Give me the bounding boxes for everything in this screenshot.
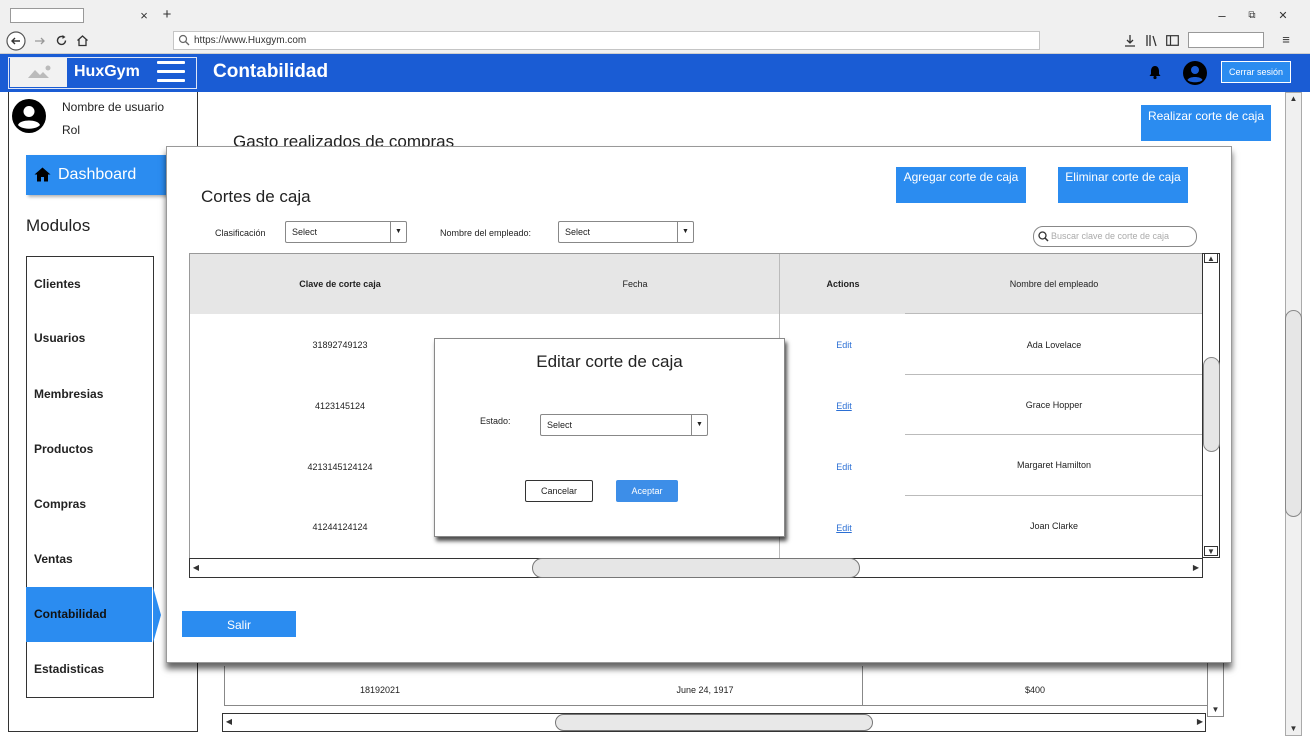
realizar-corte-button[interactable]: Realizar corte de caja <box>1141 105 1271 141</box>
cancel-button[interactable]: Cancelar <box>525 480 593 502</box>
home-nav-icon[interactable] <box>76 34 89 47</box>
eliminar-corte-button[interactable]: Eliminar corte de caja <box>1058 167 1188 203</box>
row-divider <box>905 313 1202 314</box>
scroll-left-arrow-icon[interactable]: ◀ <box>224 717 234 727</box>
browser-tab[interactable] <box>10 8 84 23</box>
back-icon[interactable] <box>6 31 28 51</box>
table-cell: Ada Lovelace <box>1026 340 1082 350</box>
empleado-label: Nombre del empleado: <box>440 228 532 238</box>
accept-button[interactable]: Aceptar <box>616 480 678 502</box>
hamburger-icon[interactable] <box>157 61 185 83</box>
table-cell: 41244124124 <box>312 522 368 532</box>
sidebar-item-compras[interactable]: Compras <box>26 477 154 532</box>
home-icon <box>34 167 51 182</box>
browser-extra-box[interactable] <box>1188 32 1264 48</box>
scroll-left-arrow-icon[interactable]: ◀ <box>191 563 201 573</box>
table-cell: 4213145124124 <box>307 462 373 472</box>
window-restore-icon[interactable]: ⧉ <box>1246 9 1258 23</box>
sidebar-item-ventas[interactable]: Ventas <box>26 532 154 587</box>
scroll-down-arrow-icon[interactable]: ▼ <box>1287 724 1300 734</box>
forward-icon[interactable] <box>33 34 47 48</box>
bell-icon[interactable] <box>1148 64 1162 80</box>
scrollbar-thumb[interactable] <box>555 714 873 731</box>
estado-label: Estado: <box>480 416 511 426</box>
edit-link[interactable]: Edit <box>824 340 864 350</box>
sidebar-item-clientes[interactable]: Clientes <box>26 257 154 312</box>
table-cell: 31892749123 <box>312 340 368 350</box>
column-header[interactable]: Clave de corte caja <box>270 279 410 289</box>
dashboard-label: Dashboard <box>58 166 137 183</box>
reload-icon[interactable] <box>55 34 68 47</box>
sidebar-toggle-icon[interactable] <box>1166 35 1179 46</box>
search-icon <box>1038 231 1049 242</box>
new-tab-icon[interactable]: + <box>160 7 174 22</box>
user-avatar-icon <box>12 99 46 133</box>
row-divider <box>905 434 1202 435</box>
clasificacion-select[interactable]: Select ▼ <box>285 221 407 243</box>
table-cell: Margaret Hamilton <box>1016 460 1092 470</box>
url-search-icon <box>178 34 190 46</box>
page-title: Contabilidad <box>213 61 329 82</box>
sidebar-item-productos[interactable]: Productos <box>26 422 154 477</box>
table-cell: 18192021 <box>359 685 401 695</box>
select-value: Select <box>292 227 318 237</box>
column-header[interactable]: Nombre del empleado <box>990 279 1118 289</box>
table-cell: June 24, 1917 <box>676 685 734 695</box>
column-divider <box>862 666 863 706</box>
dialog-title: Editar corte de caja <box>536 352 683 371</box>
logout-button[interactable]: Cerrar sesión <box>1221 61 1291 83</box>
sidebar-item-contabilidad[interactable]: Contabilidad <box>26 587 152 642</box>
agregar-corte-button[interactable]: Agregar corte de caja <box>896 167 1026 203</box>
scroll-right-arrow-icon[interactable]: ▶ <box>1191 563 1201 573</box>
scroll-up-arrow-icon[interactable]: ▲ <box>1204 253 1218 263</box>
scroll-down-arrow-icon[interactable]: ▼ <box>1209 705 1222 715</box>
table-cell: $400 <box>1024 685 1046 695</box>
table-cell: Joan Clarke <box>1029 521 1079 531</box>
scroll-right-arrow-icon[interactable]: ▶ <box>1195 717 1205 727</box>
browser-menu-icon[interactable]: ≡ <box>1279 33 1293 47</box>
estado-select[interactable]: Select ▼ <box>540 414 708 436</box>
window-close-icon[interactable]: ✕ <box>1277 9 1289 23</box>
modules-title: Modulos <box>26 216 91 235</box>
clasificacion-label: Clasificación <box>215 228 266 238</box>
scroll-up-arrow-icon[interactable]: ▲ <box>1287 94 1300 104</box>
active-item-arrow <box>153 587 161 643</box>
window-minimize-icon[interactable]: – <box>1216 9 1228 23</box>
select-value: Select <box>565 227 591 237</box>
table-cell: Grace Hopper <box>1025 400 1083 410</box>
scroll-down-arrow-icon[interactable]: ▼ <box>1204 546 1218 556</box>
download-icon[interactable] <box>1124 34 1136 47</box>
scrollbar-thumb[interactable] <box>532 558 860 578</box>
edit-link[interactable]: Edit <box>824 401 864 411</box>
sidebar-item-estadisticas[interactable]: Estadisticas <box>26 642 154 697</box>
sidebar-item-usuarios[interactable]: Usuarios <box>26 311 154 366</box>
url-bar[interactable]: https://www.Huxgym.com <box>173 31 1040 50</box>
user-role: Rol <box>62 123 81 137</box>
column-header[interactable]: Fecha <box>590 279 680 289</box>
user-name: Nombre de usuario <box>62 100 165 114</box>
logo-image-icon <box>10 58 67 87</box>
scrollbar-thumb[interactable] <box>1203 357 1220 452</box>
sidebar-item-membresias[interactable]: Membresias <box>26 367 154 422</box>
chevron-down-icon: ▼ <box>390 222 406 242</box>
empleado-select[interactable]: Select ▼ <box>558 221 694 243</box>
table-cell: 4123145124 <box>314 401 366 411</box>
row-divider <box>905 495 1202 496</box>
edit-link[interactable]: Edit <box>824 523 864 533</box>
brand-name: HuxGym <box>74 63 140 80</box>
chevron-down-icon: ▼ <box>677 222 693 242</box>
salir-button[interactable]: Salir <box>182 611 296 637</box>
chevron-down-icon: ▼ <box>691 415 707 435</box>
modal-title: Cortes de caja <box>201 187 311 206</box>
edit-link[interactable]: Edit <box>824 462 864 472</box>
row-divider <box>905 374 1202 375</box>
user-avatar-icon[interactable] <box>1183 61 1207 85</box>
page-scrollbar-thumb[interactable] <box>1285 310 1302 517</box>
search-input[interactable]: Buscar clave de corte de caja <box>1033 226 1197 247</box>
column-header[interactable]: Actions <box>805 279 881 289</box>
library-icon[interactable] <box>1145 34 1159 47</box>
tab-close-icon[interactable]: × <box>138 9 150 23</box>
select-value: Select <box>547 420 573 430</box>
